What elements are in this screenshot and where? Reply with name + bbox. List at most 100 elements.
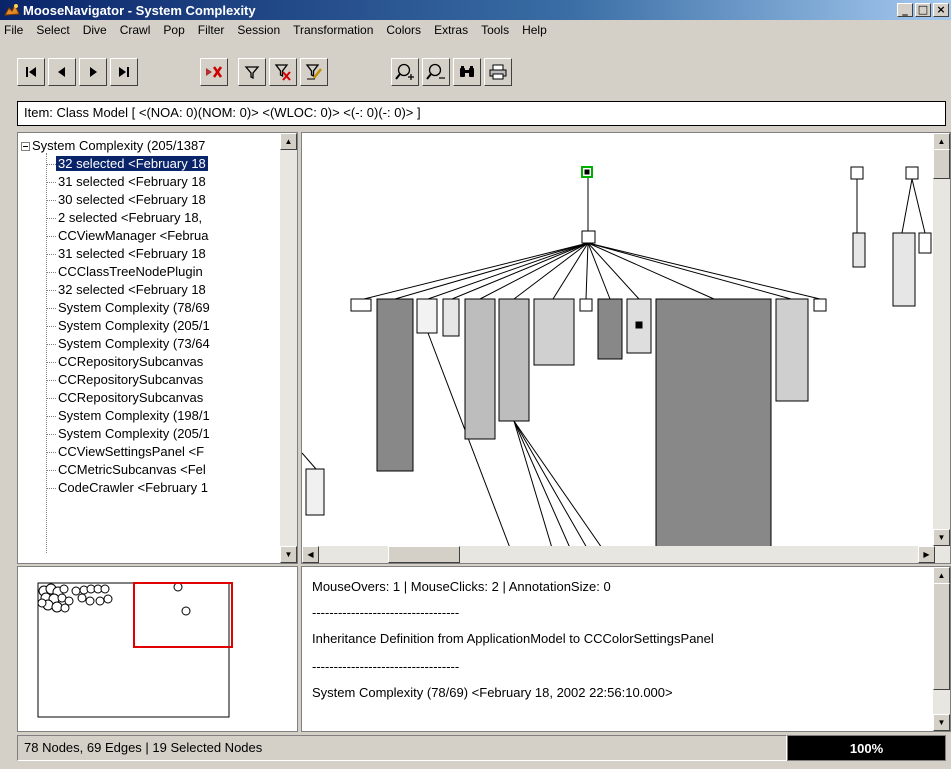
- zoom-out-button[interactable]: [422, 58, 450, 86]
- scroll-left-button[interactable]: ◀: [302, 546, 319, 563]
- minimap-nodes: [37, 582, 191, 616]
- maximize-button[interactable]: □: [915, 3, 931, 17]
- tree-item[interactable]: CCClassTreeNodePlugin: [18, 263, 280, 281]
- tree-item[interactable]: CodeCrawler <February 1: [18, 479, 280, 497]
- zoom-level: 100%: [787, 735, 946, 761]
- first-icon: [26, 67, 36, 77]
- menu-tools[interactable]: Tools: [481, 23, 509, 37]
- tree-item[interactable]: 2 selected <February 18,: [18, 209, 280, 227]
- zoom-in-icon: [395, 63, 414, 80]
- item-info-bar: Item: Class Model [ <(NOA: 0)(NOM: 0)> <…: [17, 101, 946, 126]
- menu-bar: File Select Dive Crawl Pop Filter Sessio…: [0, 21, 951, 38]
- scroll-up-button[interactable]: ▲: [280, 133, 297, 150]
- filter-edit-icon: [305, 64, 322, 80]
- print-button[interactable]: [484, 58, 512, 86]
- graph-statistics: 78 Nodes, 69 Edges | 19 Selected Nodes: [17, 735, 787, 761]
- next-button[interactable]: [79, 58, 107, 86]
- scroll-right-button[interactable]: ▶: [918, 546, 935, 563]
- tree-item[interactable]: 30 selected <February 18: [18, 191, 280, 209]
- details-panel: MouseOvers: 1 | MouseClicks: 2 | Annotat…: [301, 566, 951, 732]
- tree-item[interactable]: System Complexity (205/1: [18, 425, 280, 443]
- print-icon: [489, 64, 507, 80]
- tree-item[interactable]: 32 selected <February 18: [18, 281, 280, 299]
- tree-item[interactable]: CCMetricSubcanvas <Fel: [18, 461, 280, 479]
- tree-item[interactable]: 32 selected <February 18: [18, 155, 280, 173]
- delete-button[interactable]: [200, 58, 228, 86]
- zoom-out-icon: [426, 63, 445, 80]
- interaction-stats: MouseOvers: 1 | MouseClicks: 2 | Annotat…: [312, 579, 611, 594]
- find-button[interactable]: [453, 58, 481, 86]
- scroll-up-button[interactable]: ▲: [933, 133, 950, 150]
- tree-vertical-scrollbar[interactable]: ▲ ▼: [280, 133, 297, 563]
- menu-filter[interactable]: Filter: [198, 23, 225, 37]
- zoom-in-button[interactable]: [391, 58, 419, 86]
- separator: ----------------------------------: [312, 605, 460, 620]
- scroll-down-button[interactable]: ▼: [933, 529, 950, 546]
- tree-item[interactable]: System Complexity (78/69: [18, 299, 280, 317]
- details-vertical-scrollbar[interactable]: ▲ ▼: [933, 567, 950, 731]
- window-title: MooseNavigator - System Complexity: [23, 2, 256, 18]
- root-node: [581, 230, 596, 244]
- menu-pop[interactable]: Pop: [163, 23, 184, 37]
- last-button[interactable]: [110, 58, 138, 86]
- previous-icon: [58, 67, 65, 77]
- tree-root[interactable]: System Complexity (205/1387: [18, 137, 280, 155]
- graph-horizontal-scrollbar[interactable]: ◀ ▶: [302, 546, 935, 563]
- tree-item[interactable]: CCRepositorySubcanvas: [18, 371, 280, 389]
- edit-filter-button[interactable]: [300, 58, 328, 86]
- last-icon: [119, 67, 129, 77]
- viewport-frame[interactable]: [133, 582, 233, 648]
- menu-colors[interactable]: Colors: [386, 23, 421, 37]
- tree-item[interactable]: System Complexity (205/1: [18, 317, 280, 335]
- tree-item[interactable]: 31 selected <February 18: [18, 173, 280, 191]
- scroll-down-button[interactable]: ▼: [280, 546, 297, 563]
- previous-button[interactable]: [48, 58, 76, 86]
- menu-select[interactable]: Select: [36, 23, 69, 37]
- status-bar: 78 Nodes, 69 Edges | 19 Selected Nodes 1…: [17, 735, 946, 761]
- tree-item[interactable]: System Complexity (73/64: [18, 335, 280, 353]
- menu-transformation[interactable]: Transformation: [293, 23, 373, 37]
- menu-help[interactable]: Help: [522, 23, 547, 37]
- close-button[interactable]: ×: [933, 3, 949, 17]
- binoculars-icon: [460, 66, 474, 77]
- graph-view[interactable]: ▲ ▼ ◀ ▶: [301, 132, 951, 564]
- separator: ----------------------------------: [312, 659, 460, 674]
- minimap-canvas[interactable]: [18, 567, 298, 732]
- first-button[interactable]: [17, 58, 45, 86]
- remove-filter-button[interactable]: [269, 58, 297, 86]
- filter-icon: [244, 66, 260, 80]
- class-nodes[interactable]: [305, 166, 932, 548]
- graph-vertical-scrollbar[interactable]: ▲ ▼: [933, 133, 950, 563]
- toolbar: [0, 38, 951, 94]
- tree-item[interactable]: CCViewManager <Februa: [18, 227, 280, 245]
- scroll-up-button[interactable]: ▲: [933, 567, 950, 584]
- history-tree[interactable]: System Complexity (205/1387 32 selected …: [17, 132, 298, 564]
- tree-item[interactable]: CCRepositorySubcanvas: [18, 353, 280, 371]
- filter-remove-icon: [274, 64, 291, 81]
- moose-app-icon: [4, 3, 20, 16]
- scroll-thumb[interactable]: [388, 546, 460, 563]
- menu-file[interactable]: File: [4, 23, 23, 37]
- scroll-thumb[interactable]: [933, 149, 950, 179]
- tree-item[interactable]: System Complexity (198/1: [18, 407, 280, 425]
- collapse-icon[interactable]: [21, 141, 30, 151]
- filter-button[interactable]: [238, 58, 266, 86]
- tree-item[interactable]: CCRepositorySubcanvas: [18, 389, 280, 407]
- menu-crawl[interactable]: Crawl: [120, 23, 151, 37]
- title-bar: MooseNavigator - System Complexity _ □ ×: [0, 0, 951, 20]
- selected-edge-description: Inheritance Definition from ApplicationM…: [312, 631, 714, 646]
- system-complexity-graph[interactable]: [302, 133, 935, 548]
- next-icon: [90, 67, 97, 77]
- tree-item[interactable]: CCViewSettingsPanel <F: [18, 443, 280, 461]
- scroll-thumb[interactable]: [933, 583, 950, 690]
- tree-item[interactable]: 31 selected <February 18: [18, 245, 280, 263]
- delete-icon: [206, 66, 223, 78]
- menu-dive[interactable]: Dive: [83, 23, 107, 37]
- scroll-down-button[interactable]: ▼: [933, 714, 950, 731]
- minimize-button[interactable]: _: [897, 3, 913, 17]
- tree-root-label: System Complexity (205/1387: [32, 138, 206, 153]
- menu-session[interactable]: Session: [237, 23, 280, 37]
- menu-extras[interactable]: Extras: [434, 23, 468, 37]
- overview-minimap[interactable]: [17, 566, 298, 732]
- session-description: System Complexity (78/69) <February 18, …: [312, 685, 673, 700]
